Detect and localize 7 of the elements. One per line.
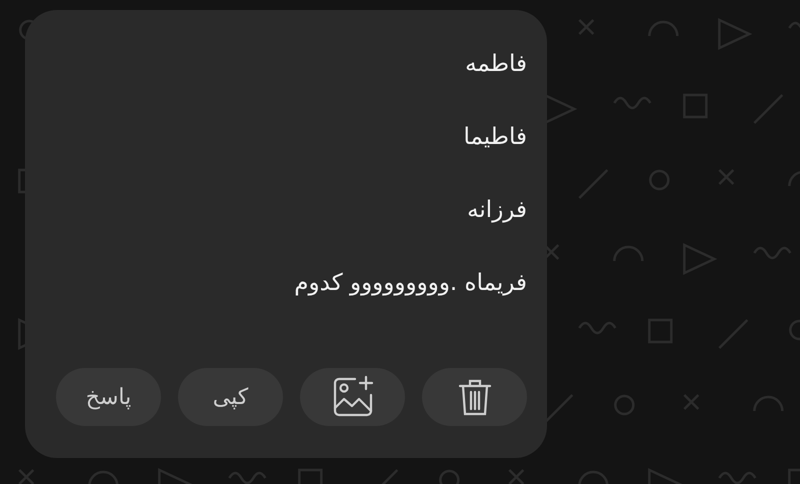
message-line: فرزانه (467, 196, 527, 225)
action-button[interactable]: کپی (178, 368, 283, 426)
trash-icon (458, 377, 492, 417)
message-line: فاطیما (463, 123, 527, 152)
message-line: فاطمه (465, 50, 527, 79)
action-button[interactable]: پاسخ (56, 368, 161, 426)
message-line: فریماه .ووووووووو کدوم (294, 269, 527, 298)
